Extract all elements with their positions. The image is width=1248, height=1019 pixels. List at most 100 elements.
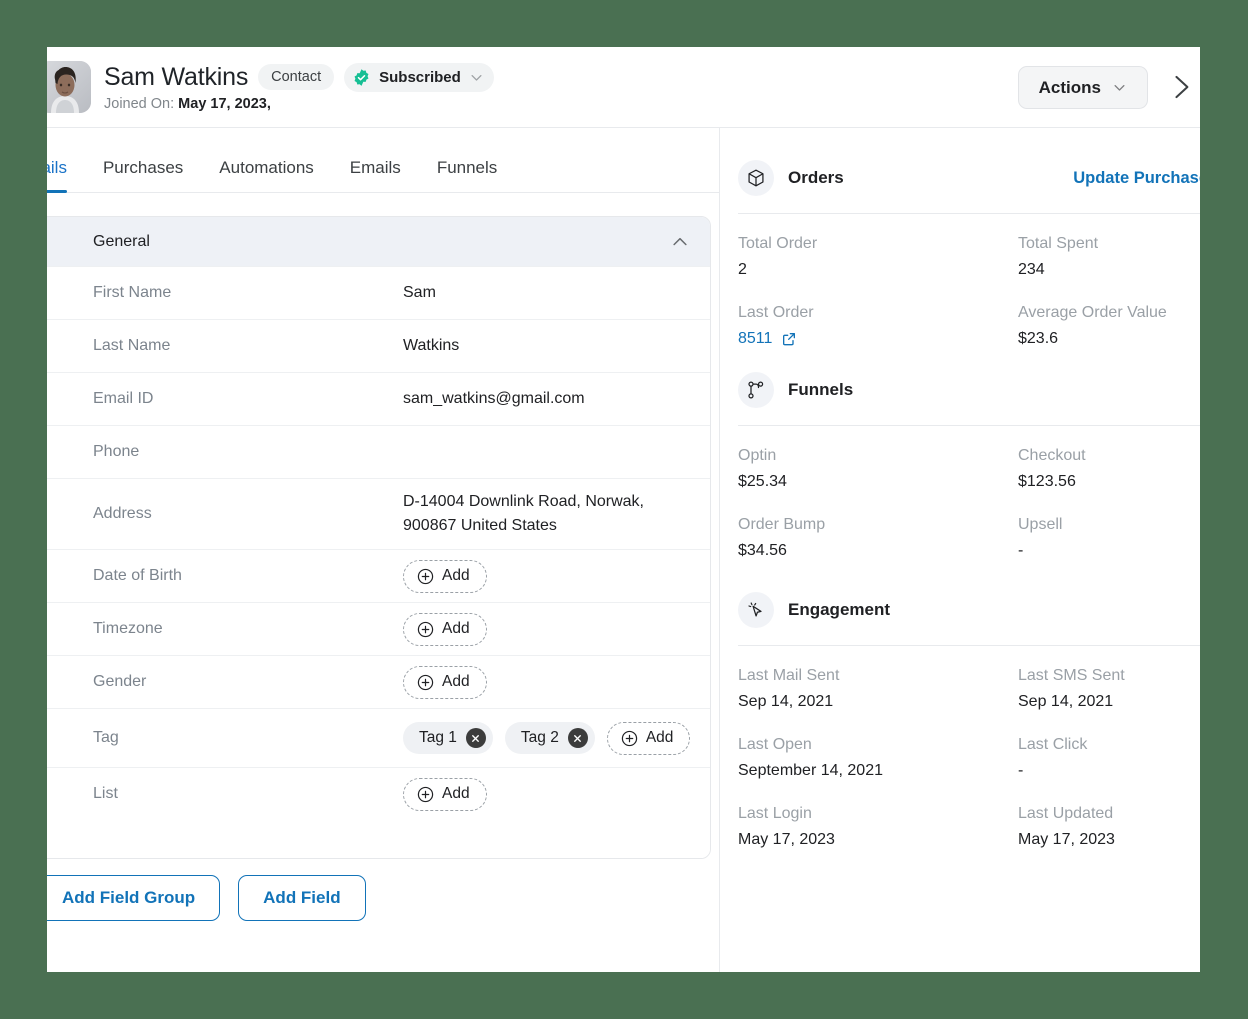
stat-value: May 17, 2023 <box>1018 831 1115 848</box>
contact-type-badge: Contact <box>258 63 335 91</box>
close-icon <box>574 734 582 742</box>
stat-total-order: Total Order 2 <box>738 235 1018 279</box>
stat-last-click: Last Click - <box>1018 736 1200 780</box>
chevron-up-icon[interactable] <box>670 232 690 252</box>
stat-value: - <box>1018 542 1024 559</box>
add-list-button[interactable]: Add <box>403 777 487 811</box>
add-timezone-button[interactable]: Add <box>403 612 487 646</box>
stat-label: Optin <box>738 447 777 464</box>
engagement-title: Engagement <box>788 600 891 619</box>
add-date-of-birth-button[interactable]: Add <box>403 559 487 593</box>
stat-label: Last Mail Sent <box>738 667 840 684</box>
stat-label: Last Order <box>738 304 814 321</box>
subscription-status-dropdown[interactable]: Subscribed <box>344 62 494 92</box>
stat-label: Order Bump <box>738 516 826 533</box>
table-row: Gender Add <box>47 655 710 708</box>
tab-purchases[interactable]: Purchases <box>103 158 183 192</box>
engagement-stats-grid: Last Mail Sent Sep 14, 2021 Last SMS Sen… <box>738 646 1200 849</box>
stat-label: Last Open <box>738 736 812 753</box>
field-label: Gender <box>93 673 147 690</box>
stat-upsell: Upsell - <box>1018 516 1200 560</box>
funnels-stats-grid: Optin $25.34 Checkout $123.56 Order Bump… <box>738 426 1200 560</box>
update-purchase-link[interactable]: Update Purchase <box>1073 169 1200 188</box>
page-title: Sam Watkins <box>104 62 249 91</box>
engagement-section: Engagement Last Mail Sent Sep 14, 2021 L… <box>738 586 1200 849</box>
header-actions: Actions <box>1017 65 1200 109</box>
field-label: Phone <box>93 443 140 460</box>
table-row: Timezone Add <box>47 602 710 655</box>
stat-optin: Optin $25.34 <box>738 447 1018 491</box>
details-column: Details Purchases Automations Emails Fun… <box>47 128 720 972</box>
joined-on-value: May 17, 2023, <box>178 95 271 112</box>
list-item[interactable]: Tag 2 <box>504 722 595 754</box>
close-icon <box>472 734 480 742</box>
add-button-label: Add <box>442 620 470 638</box>
table-row: List Add <box>47 767 710 820</box>
identity-text: Sam Watkins Contact Subscribed Joined On… <box>104 62 494 112</box>
table-row: Address D-14004 Downlink Road, Norwak, 9… <box>47 478 710 549</box>
field-label: First Name <box>93 284 172 301</box>
plus-circle-icon <box>417 786 434 802</box>
stat-value: May 17, 2023 <box>738 831 835 848</box>
field-group-header[interactable]: General <box>47 217 710 266</box>
stat-label: Total Spent <box>1018 235 1099 252</box>
field-actions: Add Field Group Add Field <box>47 875 719 921</box>
stat-last-open: Last Open September 14, 2021 <box>738 736 1018 780</box>
stat-value: Sep 14, 2021 <box>1018 693 1114 710</box>
tag-list: Tag 1 Tag 2 Add <box>403 721 691 755</box>
table-row: Tag Tag 1 Tag 2 Add <box>47 708 710 767</box>
stat-order-bump: Order Bump $34.56 <box>738 516 1018 560</box>
stat-checkout: Checkout $123.56 <box>1018 447 1200 491</box>
avatar <box>47 61 91 113</box>
stat-total-spent: Total Spent 234 <box>1018 235 1200 279</box>
stat-value: 8511 <box>738 330 773 347</box>
stat-average-order-value: Average Order Value $23.6 <box>1018 304 1200 348</box>
add-field-group-button[interactable]: Add Field Group <box>47 875 221 921</box>
stat-last-updated: Last Updated May 17, 2023 <box>1018 805 1200 849</box>
joined-on-label: Joined On: <box>104 95 175 112</box>
cursor-click-icon <box>738 592 774 628</box>
stat-value: 234 <box>1018 261 1045 278</box>
orders-stats-grid: Total Order 2 Total Spent 234 Last Order… <box>738 214 1200 348</box>
field-label: Timezone <box>93 620 163 637</box>
tab-funnels[interactable]: Funnels <box>437 158 497 192</box>
field-value: sam_watkins@gmail.com <box>403 390 585 407</box>
stat-last-order: Last Order 8511 <box>738 304 1018 348</box>
close-drawer-chevron-right-icon[interactable] <box>1170 74 1192 100</box>
field-value: D-14004 Downlink Road, Norwak, 900867 Un… <box>403 493 644 534</box>
remove-tag-button[interactable] <box>465 728 486 748</box>
field-group-title: General <box>93 232 150 250</box>
box-icon <box>738 160 774 196</box>
actions-button-label: Actions <box>1038 77 1101 97</box>
field-label: Address <box>93 505 152 522</box>
tab-emails[interactable]: Emails <box>350 158 401 192</box>
actions-button[interactable]: Actions <box>1017 65 1148 109</box>
field-group-card: General First Name Sam Last Name Watkins <box>47 216 711 859</box>
funnels-section: Funnels Optin $25.34 Checkout $123.56 Or… <box>738 366 1200 560</box>
stat-last-sms-sent: Last SMS Sent Sep 14, 2021 <box>1018 667 1200 711</box>
tab-bar: Details Purchases Automations Emails Fun… <box>47 128 719 193</box>
tag-label: Tag 2 <box>520 729 559 747</box>
table-row: Date of Birth Add <box>47 549 710 602</box>
remove-tag-button[interactable] <box>567 728 588 748</box>
add-button-label: Add <box>442 567 470 585</box>
stat-value: 2 <box>738 261 747 278</box>
tab-automations[interactable]: Automations <box>219 158 314 192</box>
stat-label: Last Login <box>738 805 812 822</box>
add-tag-button[interactable]: Add <box>606 721 691 755</box>
field-label: Email ID <box>93 390 154 407</box>
stat-label: Upsell <box>1018 516 1063 533</box>
list-item[interactable]: Tag 1 <box>403 722 493 754</box>
tab-details[interactable]: Details <box>47 158 67 193</box>
table-row: Email ID sam_watkins@gmail.com <box>47 372 710 425</box>
add-gender-button[interactable]: Add <box>403 665 487 699</box>
add-button-label: Add <box>442 673 470 691</box>
last-order-link[interactable]: 8511 <box>738 330 1018 348</box>
stat-label: Last SMS Sent <box>1018 667 1125 684</box>
stat-label: Last Click <box>1018 736 1088 753</box>
add-button-label: Add <box>442 785 470 803</box>
field-group-footer-space <box>47 820 710 858</box>
plus-circle-icon <box>417 621 434 637</box>
field-label: Date of Birth <box>93 567 182 584</box>
add-field-button[interactable]: Add Field <box>238 875 366 921</box>
